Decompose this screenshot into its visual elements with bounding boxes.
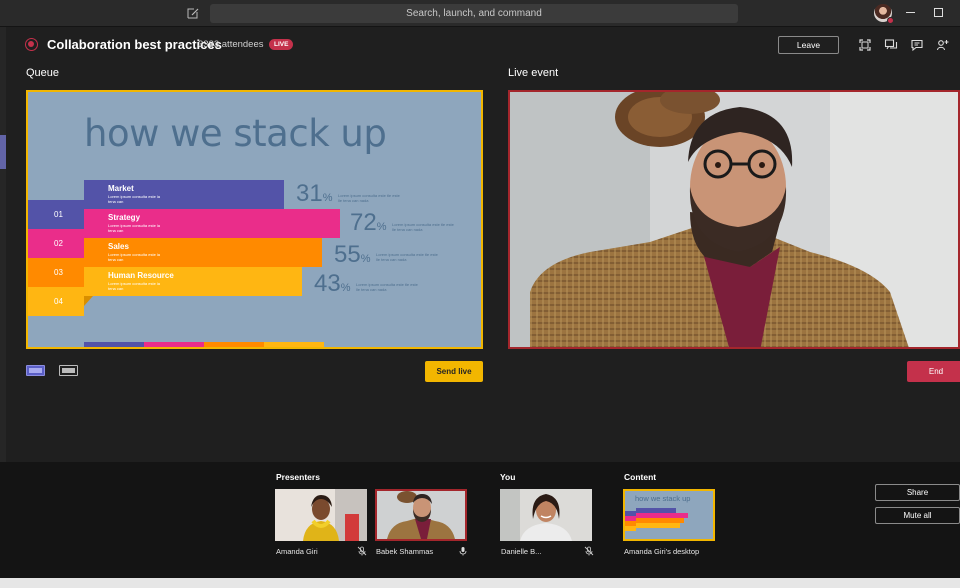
recording-icon	[25, 38, 38, 51]
content-slide-title: how we stack up	[635, 494, 691, 503]
bar-caption: Lorem ipsum consulta este la tena can	[108, 252, 161, 262]
presenter-name: Amanda Giri	[276, 547, 318, 556]
layout-single-icon[interactable]	[26, 365, 45, 376]
qna-icon[interactable]	[884, 38, 898, 52]
end-button[interactable]: End	[907, 361, 960, 382]
self-name: Danielle B...	[501, 547, 542, 556]
presenter-video-icon	[510, 92, 958, 347]
slide-footer-strip	[204, 342, 264, 347]
mini-tab	[625, 526, 636, 531]
bar-percent: 43%	[314, 270, 351, 297]
content-slide-preview: how we stack up	[625, 491, 713, 539]
slide-number-tab: 02	[28, 229, 84, 258]
presenter-thumbnail[interactable]	[375, 489, 467, 541]
send-live-button[interactable]: Send live	[425, 361, 483, 382]
slide-bar-sales: Sales Lorem ipsum consulta este la tena …	[84, 238, 322, 267]
slide-bar-strategy: Strategy Lorem ipsum consulta este la te…	[84, 209, 340, 238]
window-bottom-edge	[0, 578, 960, 588]
bar-percent: 55%	[334, 241, 371, 268]
slide-title: how we stack up	[84, 112, 387, 155]
chat-icon[interactable]	[910, 38, 924, 52]
slide-footer-strip	[264, 342, 324, 347]
bar-caption: Lorem ipsum consulta este la tena can	[108, 281, 161, 291]
content-thumbnail[interactable]: how we stack up	[623, 489, 715, 541]
live-badge: LIVE	[269, 39, 294, 50]
presenter-video-icon	[275, 489, 367, 541]
fit-screen-icon[interactable]	[858, 38, 872, 52]
mic-off-icon[interactable]	[357, 546, 367, 556]
content-name: Amanda Giri's desktop	[624, 547, 700, 556]
content-label: Content	[624, 472, 657, 482]
live-event-video[interactable]	[508, 90, 960, 349]
leave-button[interactable]: Leave	[778, 36, 839, 54]
status-dot	[887, 17, 894, 24]
presenters-label: Presenters	[276, 472, 320, 482]
queue-label: Queue	[26, 67, 60, 79]
slide-bar-market: Market Lorem ipsum consulta este la tena…	[84, 180, 284, 209]
slide-footer-strip	[84, 342, 144, 347]
bar-label: Strategy	[108, 213, 141, 222]
presenter-name: Babek Shammas	[376, 547, 434, 556]
slide-number-tab: 03	[28, 258, 84, 287]
search-input[interactable]: Search, launch, and command	[210, 4, 738, 23]
slide-number-tab: 04	[28, 287, 84, 316]
mini-bar	[636, 523, 680, 528]
bar-caption: Lorem ipsum consulta este la tena can	[108, 194, 161, 204]
mute-all-button[interactable]: Mute all	[875, 507, 960, 524]
rail-active-marker	[0, 135, 6, 169]
bar-percent: 72%	[350, 209, 387, 236]
left-rail	[0, 27, 6, 467]
live-event-label: Live event	[508, 67, 559, 79]
mic-off-icon[interactable]	[584, 546, 594, 556]
presenter-thumbnail[interactable]	[275, 489, 367, 541]
slide-bar-human-resource: Human Resource Lorem ipsum consulta este…	[84, 267, 302, 296]
participants-icon[interactable]	[936, 38, 950, 52]
self-thumbnail[interactable]	[500, 489, 592, 541]
media-tray	[0, 462, 960, 578]
minimize-icon[interactable]	[906, 12, 915, 13]
self-video-icon	[500, 489, 592, 541]
bar-description: Lorem ipsum consulta este tle este lle t…	[356, 282, 418, 292]
bar-description: Lorem ipsum consulta este tle este lle t…	[376, 252, 438, 262]
profile-avatar[interactable]	[874, 4, 894, 24]
queue-preview[interactable]: how we stack up 01 02 03 04 Market Lorem…	[26, 90, 483, 349]
bar-label: Sales	[108, 242, 129, 251]
fold-shape	[84, 296, 93, 306]
mic-on-icon[interactable]	[458, 546, 468, 556]
title-bar: Search, launch, and command	[0, 0, 960, 27]
layout-side-by-side-icon[interactable]	[59, 365, 78, 376]
bar-label: Market	[108, 184, 134, 193]
compose-icon[interactable]	[186, 6, 200, 20]
presenter-video-icon	[377, 491, 465, 539]
share-button[interactable]: Share	[875, 484, 960, 501]
maximize-icon[interactable]	[934, 8, 943, 17]
meeting-title: Collaboration best practices	[47, 37, 222, 52]
slide-number-tab: 01	[28, 200, 84, 229]
bar-label: Human Resource	[108, 271, 174, 280]
slide-footer-strip	[144, 342, 204, 347]
bar-description: Lorem ipsum consulta este tle este lle t…	[338, 193, 400, 203]
bar-percent: 31%	[296, 180, 333, 207]
bar-description: Lorem ipsum consulta este tle este lle t…	[392, 222, 454, 232]
bar-caption: Lorem ipsum consulta este la tena can	[108, 223, 161, 233]
you-label: You	[500, 472, 516, 482]
attendee-count: 3333 attendees	[198, 39, 264, 50]
